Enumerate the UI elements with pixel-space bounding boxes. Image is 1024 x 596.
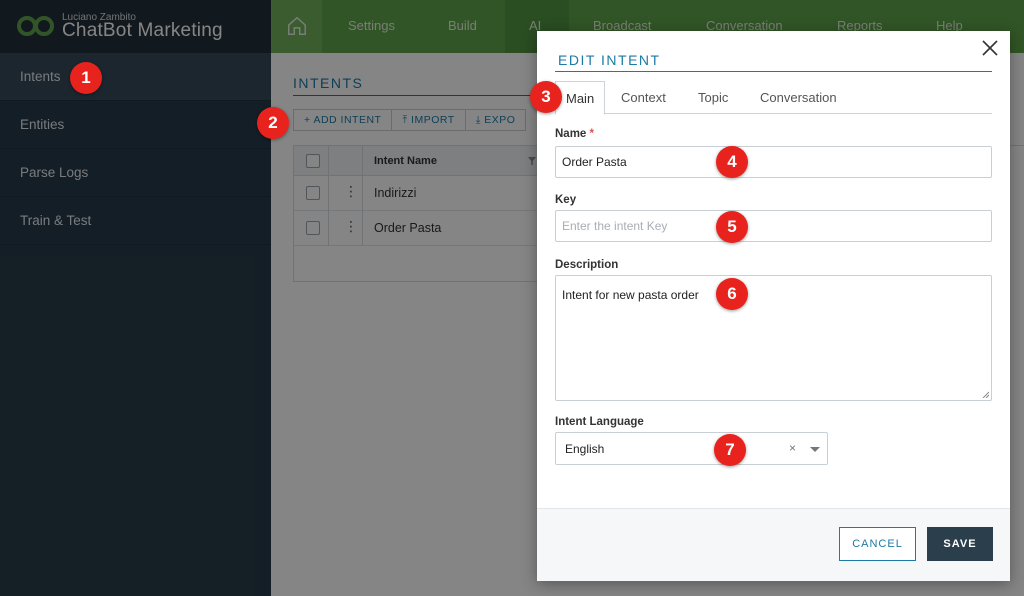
required-marker: *: [589, 128, 595, 140]
annotation-badge-5: 5: [716, 211, 748, 243]
annotation-badge-3: 3: [530, 81, 562, 113]
modal-title: EDIT INTENT: [558, 52, 661, 68]
key-label: Key: [555, 194, 577, 206]
language-label: Intent Language: [555, 416, 644, 428]
annotation-badge-6: 6: [716, 278, 748, 310]
resize-grip-icon[interactable]: [981, 390, 989, 398]
annotation-badge-4: 4: [716, 146, 748, 178]
description-label: Description: [555, 259, 619, 271]
description-field[interactable]: Intent for new pasta order: [555, 275, 992, 401]
annotation-badge-7: 7: [714, 434, 746, 466]
modal-tabs: Main Context Topic Conversation: [555, 81, 992, 115]
clear-icon[interactable]: ×: [789, 441, 796, 455]
save-button[interactable]: SAVE: [927, 527, 993, 561]
tab-conversation[interactable]: Conversation: [760, 81, 837, 114]
language-select[interactable]: English ×: [555, 432, 828, 465]
annotation-badge-1: 1: [70, 62, 102, 94]
language-value: English: [565, 442, 605, 456]
key-field[interactable]: Enter the intent Key: [555, 210, 992, 242]
name-label-text: Name: [555, 128, 587, 140]
tab-main[interactable]: Main: [555, 81, 606, 115]
modal-footer: CANCEL SAVE: [537, 508, 1010, 581]
tab-topic[interactable]: Topic: [698, 81, 728, 114]
annotation-badge-2: 2: [257, 107, 289, 139]
chevron-down-icon[interactable]: [810, 447, 820, 452]
close-icon[interactable]: [980, 38, 1000, 58]
edit-intent-modal: EDIT INTENT Main Context Topic Conversat…: [537, 31, 1010, 581]
cancel-button[interactable]: CANCEL: [839, 527, 916, 561]
name-label: Name *: [555, 128, 594, 140]
description-value: Intent for new pasta order: [562, 288, 699, 302]
tab-context[interactable]: Context: [621, 81, 666, 114]
modal-title-divider: [555, 71, 992, 72]
name-field[interactable]: Order Pasta: [555, 146, 992, 178]
